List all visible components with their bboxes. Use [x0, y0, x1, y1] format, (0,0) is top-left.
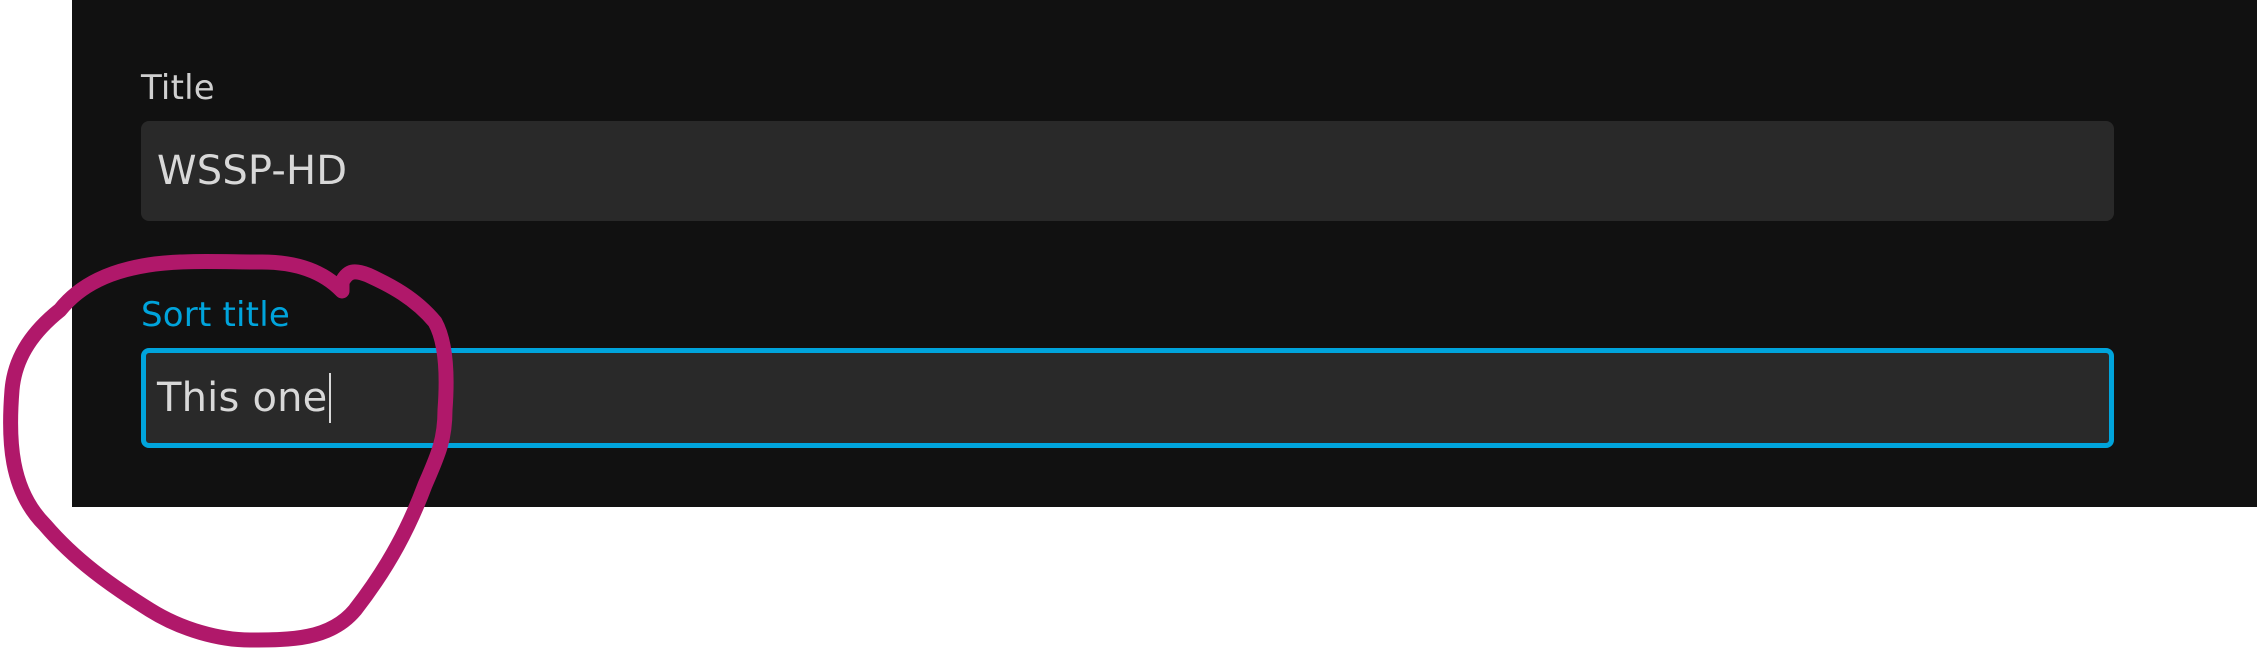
text-caret: [328, 373, 331, 423]
sort-title-label: Sort title: [141, 295, 290, 335]
sort-title-input[interactable]: This one: [141, 348, 2114, 448]
sort-title-input-value: This one: [157, 375, 328, 421]
title-input-value: WSSP-HD: [157, 148, 348, 194]
title-label: Title: [141, 68, 215, 108]
title-input[interactable]: WSSP-HD: [141, 121, 2114, 221]
